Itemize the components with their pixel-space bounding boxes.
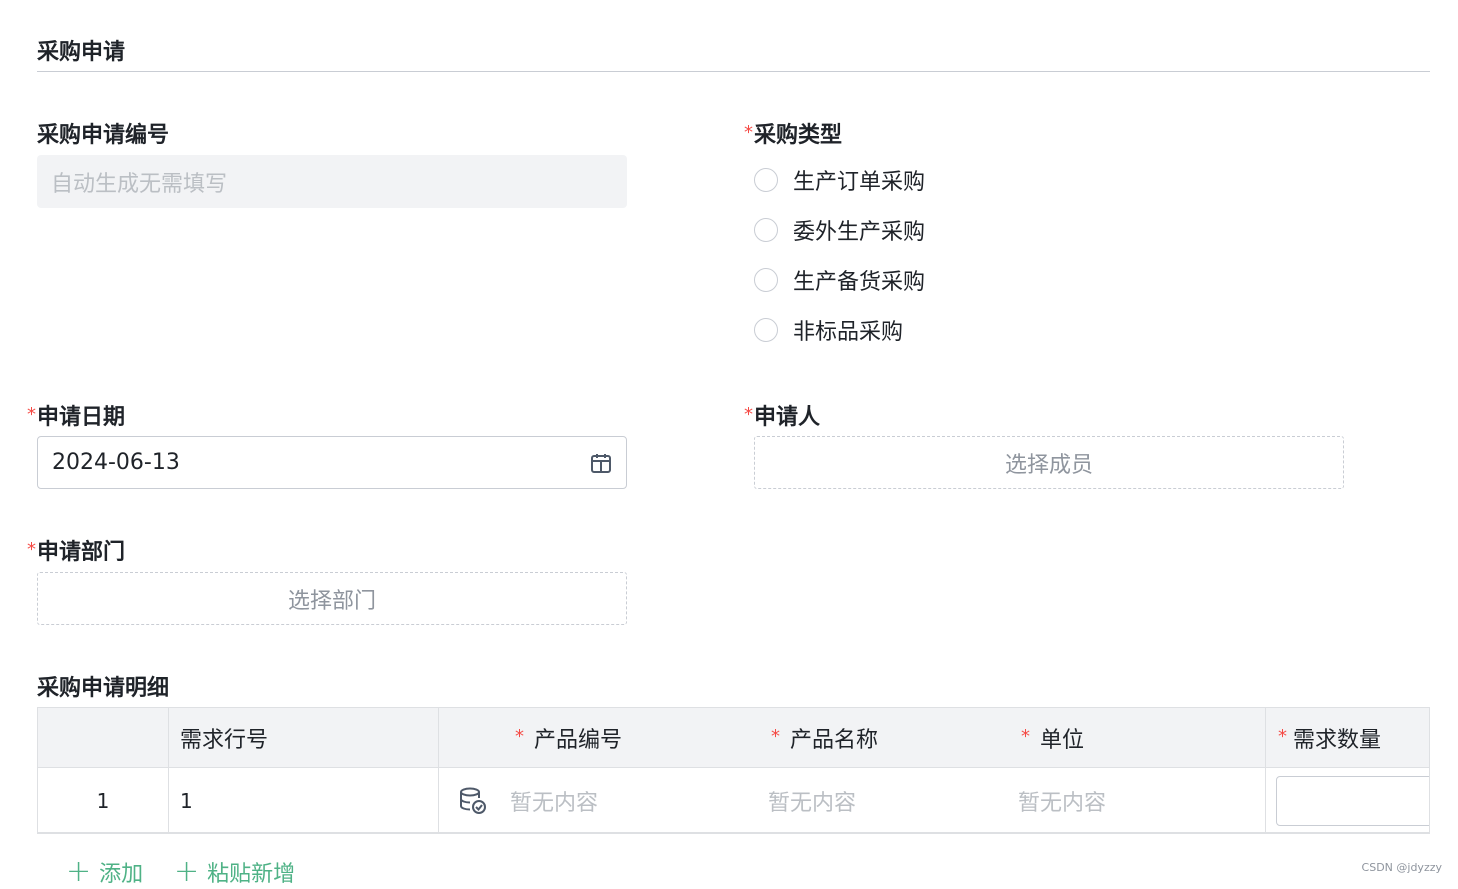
plus-icon: + — [174, 854, 200, 889]
radio-label: 非标品采购 — [793, 320, 904, 345]
radio-option-nonstandard[interactable]: 非标品采购 — [754, 310, 925, 350]
radio-label: 生产备货采购 — [793, 270, 926, 295]
row-product-code-cell[interactable]: 暂无内容 — [458, 768, 758, 832]
radio-label: 委外生产采购 — [793, 220, 926, 245]
column-divider — [168, 708, 169, 832]
select-member-button[interactable]: 选择成员 — [754, 436, 1344, 489]
product-code-placeholder: 暂无内容 — [510, 790, 599, 816]
section-divider — [37, 71, 1430, 72]
apply-date-label-text: 申请日期 — [37, 405, 126, 430]
applicant-label: *申请人 — [744, 399, 820, 431]
plus-icon: + — [66, 854, 92, 889]
paste-add-button[interactable]: + 粘贴新增 — [174, 856, 295, 888]
table-header-line-no: 需求行号 — [180, 708, 430, 768]
column-divider — [438, 708, 439, 832]
department-label-text: 申请部门 — [37, 540, 126, 565]
required-mark: * — [1278, 725, 1287, 747]
table-header-unit: * 单位 — [1021, 708, 1241, 768]
watermark: CSDN @jdyzzy — [1361, 861, 1442, 874]
row-line-no: 1 — [180, 788, 193, 813]
apply-date-input[interactable]: 2024-06-13 — [37, 436, 627, 489]
column-label: 需求行号 — [180, 728, 269, 753]
detail-table: 需求行号 * 产品编号 * 产品名称 * 单位 * 需求数量 1 1 暂无内容 … — [37, 707, 1430, 834]
request-no-label-text: 采购申请编号 — [37, 123, 170, 148]
purchase-type-label-text: 采购类型 — [754, 123, 843, 148]
table-header-qty: * 需求数量 — [1278, 708, 1429, 768]
radio-label: 生产订单采购 — [793, 170, 926, 195]
radio-circle[interactable] — [754, 168, 778, 192]
paste-add-label: 粘贴新增 — [207, 862, 296, 887]
required-mark: * — [515, 725, 524, 747]
column-label: 需求数量 — [1293, 728, 1382, 753]
database-check-icon[interactable] — [458, 786, 488, 816]
table-header-product-code: * 产品编号 — [515, 708, 755, 768]
column-divider — [1265, 708, 1266, 832]
radio-circle[interactable] — [754, 268, 778, 292]
row-qty-cell — [1276, 768, 1429, 832]
detail-title: 采购申请明细 — [37, 676, 170, 701]
purchase-type-radio-group: 生产订单采购 委外生产采购 生产备货采购 非标品采购 — [754, 160, 925, 350]
section-title: 采购申请 — [37, 40, 126, 65]
column-label: 产品名称 — [790, 728, 879, 753]
row-product-name-cell: 暂无内容 — [768, 768, 998, 832]
radio-circle[interactable] — [754, 218, 778, 242]
select-member-label: 选择成员 — [1004, 452, 1093, 478]
radio-circle[interactable] — [754, 318, 778, 342]
unit-placeholder: 暂无内容 — [1018, 790, 1107, 816]
radio-option-outsourced[interactable]: 委外生产采购 — [754, 210, 925, 250]
request-no-label: 采购申请编号 — [37, 117, 169, 149]
request-no-input: 自动生成无需填写 — [37, 155, 627, 208]
row-unit-cell: 暂无内容 — [1018, 768, 1248, 832]
purchase-type-label: *采购类型 — [744, 117, 842, 149]
row-index: 1 — [96, 788, 110, 813]
select-department-label: 选择部门 — [287, 588, 376, 614]
select-department-button[interactable]: 选择部门 — [37, 572, 627, 625]
request-no-placeholder: 自动生成无需填写 — [51, 171, 228, 197]
apply-date-label: *申请日期 — [27, 399, 125, 431]
required-mark: * — [771, 725, 780, 747]
radio-option-production-order[interactable]: 生产订单采购 — [754, 160, 925, 200]
calendar-icon[interactable] — [590, 452, 612, 474]
required-mark: * — [27, 404, 36, 425]
applicant-label-text: 申请人 — [754, 405, 821, 430]
required-mark: * — [744, 122, 753, 143]
table-header-index — [38, 708, 168, 768]
add-row-button[interactable]: + 添加 — [66, 856, 143, 888]
column-label: 单位 — [1040, 728, 1085, 753]
table-header-product-name: * 产品名称 — [771, 708, 1001, 768]
product-name-placeholder: 暂无内容 — [768, 790, 857, 816]
required-mark: * — [27, 539, 36, 560]
apply-date-value: 2024-06-13 — [52, 450, 180, 475]
required-mark: * — [1021, 725, 1030, 747]
column-label: 产品编号 — [534, 728, 623, 753]
required-mark: * — [744, 404, 753, 425]
add-row-label: 添加 — [99, 862, 144, 887]
radio-option-stock[interactable]: 生产备货采购 — [754, 260, 925, 300]
department-label: *申请部门 — [27, 534, 125, 566]
qty-input[interactable] — [1276, 775, 1429, 826]
